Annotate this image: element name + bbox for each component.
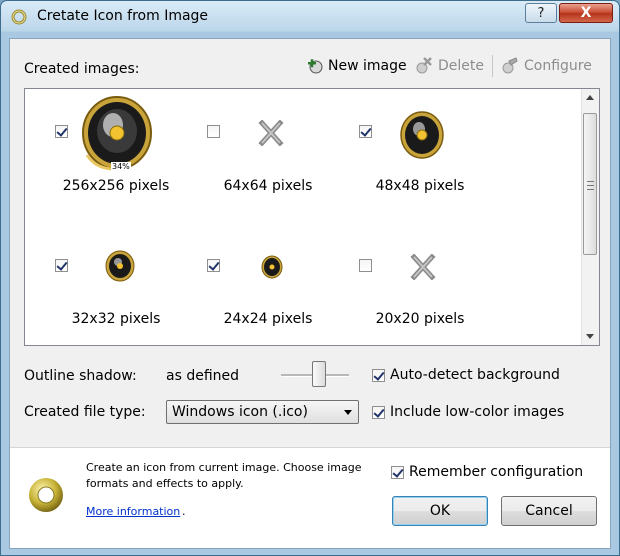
low-color-option[interactable]: Include low-color images [372, 404, 564, 420]
image-size-label: 20x20 pixels [375, 311, 465, 327]
remember-label: Remember configuration [409, 464, 584, 480]
file-type-select[interactable]: Windows icon (.ico) [166, 400, 359, 424]
toolbar-separator [492, 55, 493, 77]
image-item-256[interactable]: 34% 256x256 pixels [31, 95, 181, 215]
progress-badge: 34% [111, 162, 131, 171]
image-checkbox-32[interactable] [55, 259, 68, 272]
new-image-button[interactable]: New image [306, 57, 407, 75]
image-size-label: 64x64 pixels [223, 178, 313, 194]
outline-shadow-label: Outline shadow: [24, 368, 137, 384]
created-images-list[interactable]: 34% 256x256 pixels 64x64 pixels 48x48 pi… [24, 88, 600, 346]
image-item-32[interactable]: 32x32 pixels [31, 229, 181, 349]
image-checkbox-64[interactable] [207, 125, 220, 138]
scroll-up-icon[interactable] [586, 95, 594, 100]
image-checkbox-20[interactable] [359, 259, 372, 272]
auto-detect-label: Auto-detect background [390, 367, 560, 383]
configure-label: Configure [524, 58, 592, 74]
x-placeholder-icon [258, 120, 284, 146]
speaker-icon [105, 250, 135, 282]
file-type-label: Created file type: [24, 404, 146, 420]
image-size-label: 48x48 pixels [375, 178, 465, 194]
remember-checkbox[interactable] [391, 465, 404, 479]
outline-shadow-value: as defined [166, 368, 240, 384]
low-color-label: Include low-color images [390, 404, 565, 420]
more-information-suffix: . [182, 505, 186, 518]
image-size-label: 32x32 pixels [71, 311, 161, 327]
cancel-button-label: Cancel [525, 503, 573, 519]
image-size-label: 256x256 pixels [62, 178, 170, 194]
scroll-thumb[interactable] [583, 113, 597, 255]
more-information-link[interactable]: More information [86, 505, 180, 518]
title-bar[interactable]: Cretate Icon from Image ? X [1, 1, 619, 32]
x-placeholder-icon [410, 254, 436, 280]
image-checkbox-48[interactable] [359, 125, 372, 138]
outline-shadow-slider-thumb[interactable] [312, 361, 326, 387]
close-icon: X [580, 5, 592, 21]
ok-button[interactable]: OK [392, 496, 488, 526]
delete-label: Delete [438, 58, 484, 74]
image-checkbox-256[interactable] [55, 125, 68, 138]
created-images-label: Created images: [24, 61, 140, 77]
speaker-icon [261, 255, 283, 279]
auto-detect-checkbox[interactable] [372, 368, 385, 382]
dialog-window: Cretate Icon from Image ? X Created imag… [0, 0, 620, 556]
list-scrollbar[interactable] [581, 89, 599, 345]
chevron-down-icon [344, 410, 352, 415]
image-item-64[interactable]: 64x64 pixels [183, 95, 333, 215]
close-button[interactable]: X [559, 3, 613, 23]
remember-option[interactable]: Remember configuration [391, 464, 583, 480]
help-button-label: ? [537, 6, 545, 21]
info-description: Create an icon from current image. Choos… [86, 461, 362, 490]
speaker-icon [400, 111, 444, 159]
new-image-icon [308, 59, 323, 74]
new-image-label: New image [328, 58, 407, 74]
ok-button-label: OK [429, 503, 451, 519]
configure-button[interactable]: Configure [500, 57, 592, 75]
delete-icon [416, 57, 432, 74]
grip-icon [587, 181, 594, 190]
configure-icon [502, 57, 518, 74]
app-ring-icon [11, 9, 27, 25]
window-title: Cretate Icon from Image [37, 8, 209, 24]
scroll-down-icon[interactable] [586, 334, 594, 339]
image-size-label: 24x24 pixels [223, 311, 313, 327]
image-checkbox-24[interactable] [207, 259, 220, 272]
image-item-24[interactable]: 24x24 pixels [183, 229, 333, 349]
dialog-body: Created images: New image Delete Configu… [9, 38, 611, 549]
delete-button[interactable]: Delete [414, 57, 484, 75]
ring-logo-icon [29, 478, 63, 512]
low-color-checkbox[interactable] [372, 405, 385, 419]
file-type-value: Windows icon (.ico) [172, 404, 308, 420]
info-panel: Create an icon from current image. Choos… [10, 449, 610, 548]
image-item-20[interactable]: 20x20 pixels [335, 229, 485, 349]
auto-detect-option[interactable]: Auto-detect background [372, 367, 560, 383]
help-button[interactable]: ? [525, 3, 557, 23]
image-item-48[interactable]: 48x48 pixels [335, 95, 485, 215]
cancel-button[interactable]: Cancel [501, 496, 597, 526]
